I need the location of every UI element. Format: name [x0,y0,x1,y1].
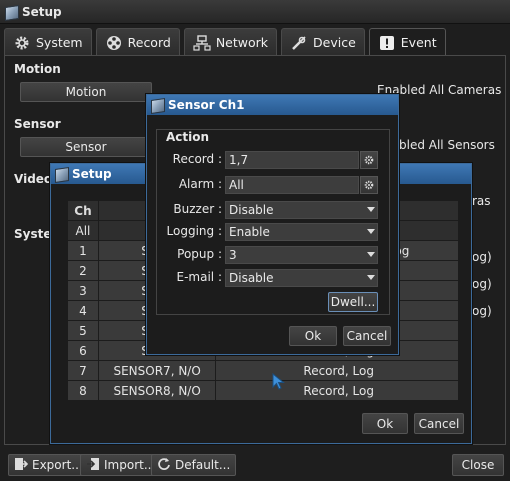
ch-cell: 1 [67,240,99,261]
sensor-button[interactable]: Sensor [20,137,152,157]
dwell-button[interactable]: Dwell... [328,292,378,312]
ch-cell: 8 [67,380,99,401]
email-value: Disable [229,271,274,285]
gear-icon [13,34,31,52]
sensor-dialog-cube-icon [150,98,164,112]
alarm-label: Alarm : [178,177,222,191]
sensor-heading: Sensor [14,117,61,131]
record-settings-button[interactable] [360,151,378,169]
alarm-settings-button[interactable] [360,176,378,194]
export-icon [14,457,29,474]
video-heading: Video [14,172,53,186]
chevron-down-icon [367,252,375,257]
setup-ok-button[interactable]: Ok [362,413,408,434]
system-row-3-status: og) [472,304,492,318]
motion-button[interactable]: Motion [20,82,152,102]
ch-cell: 3 [67,280,99,301]
tab-device[interactable]: Device [281,28,365,56]
system-row-1-status: og) [472,250,492,264]
tab-bar: System Record Network Device Event [4,28,446,56]
table-row[interactable]: 7 SENSOR7, N/O Record, Log [67,360,459,381]
email-label: E-mail : [176,270,222,284]
buzzer-label: Buzzer : [173,202,222,216]
tab-record[interactable]: Record [95,28,180,56]
gear-icon [364,155,374,165]
tab-system-label: System [36,35,83,50]
import-icon [86,457,100,474]
window-title: Setup [22,4,62,19]
import-label: Import... [104,458,156,472]
export-button[interactable]: Export... [8,454,89,476]
ch-cell: 4 [67,300,99,321]
sensor-dialog-titlebar[interactable]: Sensor Ch1 [147,95,398,115]
sensor-cell: SENSOR7, N/O [97,360,217,381]
chevron-down-icon [367,207,375,212]
sensor-cell: SENSOR8, N/O [97,380,217,401]
setup-dialog-title: Setup [72,167,112,181]
tab-network-label: Network [215,35,269,50]
action-cell: Record, Log [215,360,459,381]
default-label: Default... [175,458,231,472]
tab-device-label: Device [313,35,356,50]
setup-cancel-button[interactable]: Cancel [414,413,464,434]
network-icon [193,34,211,52]
film-reel-icon [105,34,123,52]
gear-icon [364,180,374,190]
buzzer-select[interactable]: Disable [225,201,378,219]
logging-value: Enable [229,225,270,239]
alert-icon [378,34,396,52]
default-button[interactable]: Default... [151,454,237,476]
export-label: Export... [32,458,83,472]
table-row[interactable]: 8 SENSOR8, N/O Record, Log [67,380,459,401]
close-button[interactable]: Close [452,454,504,476]
wrench-icon [290,34,308,52]
logging-label: Logging : [166,224,222,238]
buzzer-value: Disable [229,203,274,217]
popup-select[interactable]: 3 [225,246,378,264]
bottom-bar: Export... Import... Default... Close [0,452,510,481]
video-status: ras [472,194,491,208]
tab-event[interactable]: Event [368,28,446,56]
chevron-down-icon [367,275,375,280]
ch-cell: 7 [67,360,99,381]
setup-dialog-cube-icon [54,167,68,181]
tab-system[interactable]: System [4,28,92,56]
refresh-icon [157,457,171,474]
sensor-dialog-title: Sensor Ch1 [168,98,245,112]
popup-label: Popup : [177,247,222,261]
all-cell[interactable]: All [67,220,99,241]
alarm-field[interactable]: All [225,176,359,194]
record-field[interactable]: 1,7 [225,151,359,169]
ch-cell: 6 [67,340,99,361]
ch-cell: 5 [67,320,99,341]
tab-record-label: Record [127,35,171,50]
chevron-down-icon [367,229,375,234]
ch-cell: 2 [67,260,99,281]
import-button[interactable]: Import... [80,454,162,476]
close-label: Close [461,458,495,472]
column-header-ch[interactable]: Ch [67,200,99,221]
popup-value: 3 [229,248,237,262]
email-select[interactable]: Disable [225,269,378,287]
record-label: Record : [172,152,222,166]
sensor-ok-button[interactable]: Ok [289,326,337,346]
logging-select[interactable]: Enable [225,223,378,241]
action-cell: Record, Log [215,380,459,401]
sensor-cancel-button[interactable]: Cancel [343,326,391,346]
sensor-status: bled All Sensors [399,138,495,152]
tab-event-label: Event [400,35,437,50]
window-titlebar: Setup [0,0,510,24]
action-group-title: Action [164,130,212,144]
tab-network[interactable]: Network [183,28,278,56]
mouse-cursor-icon [272,373,285,390]
app-cube-icon [4,5,18,19]
system-row-2-status: og) [472,277,492,291]
sensor-ch1-dialog: Sensor Ch1 Action Record : 1,7 Alarm : A… [146,94,399,355]
motion-heading: Motion [14,62,61,76]
